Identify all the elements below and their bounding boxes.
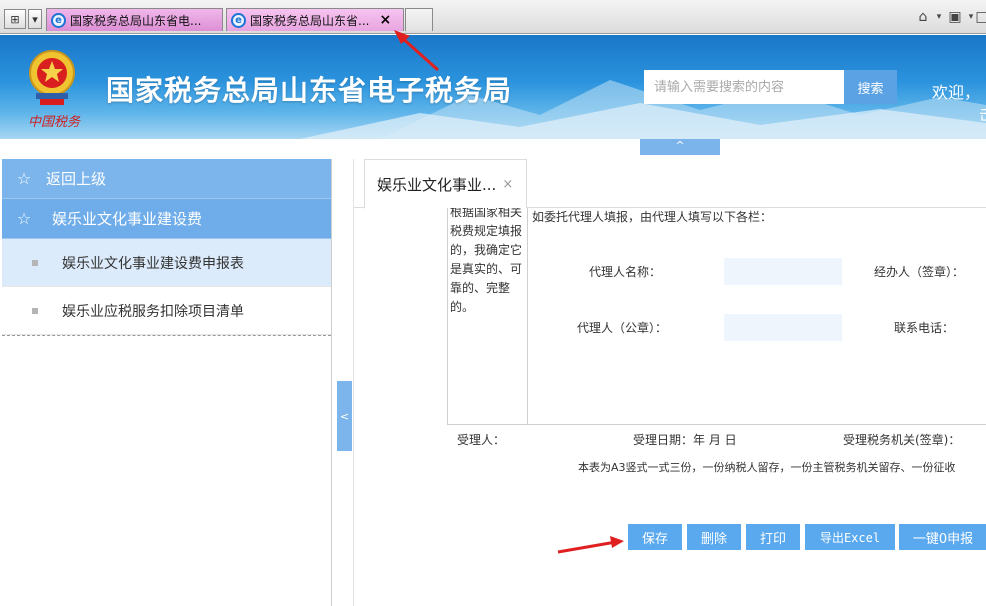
browser-toolbar: ⌂ ▾ ▣ ▾ □	[914, 8, 986, 26]
star-icon: ☆	[16, 209, 32, 228]
declaration-form-table: 根据国家相关税费规定填报的，我确定它是真实的、可靠的、完整的。 如委托代理人填报…	[447, 208, 986, 425]
welcome-text-line2: 击	[979, 101, 986, 125]
annotation-arrow-icon	[394, 30, 440, 72]
tab-label: 娱乐业文化事业...	[377, 175, 497, 194]
phone-label: 联系电话：	[894, 321, 955, 335]
new-tab-button[interactable]	[405, 8, 433, 31]
receiver-label: 受理人：	[457, 433, 506, 447]
welcome-text: 欢迎，	[932, 83, 981, 102]
agent-name-field[interactable]	[724, 258, 842, 285]
left-sidebar: ☆ 返回上级 ☆ 娱乐业文化事业建设费 娱乐业文化事业建设费申报表 娱乐业应税服…	[2, 159, 332, 606]
ie-icon: e	[231, 12, 246, 28]
agent-seal-field[interactable]	[724, 314, 842, 341]
declaration-statement-cell: 根据国家相关税费规定填报的，我确定它是真实的、可靠的、完整的。	[448, 208, 528, 425]
search-button[interactable]: 搜索	[844, 70, 897, 104]
site-title: 国家税务总局山东省电子税务局	[106, 74, 513, 107]
form-footnote: 本表为A3竖式一式三份，一份纳税人留存，一份主管税务机关留存、一份征收	[578, 461, 956, 474]
sidebar-section-header[interactable]: ☆ 娱乐业文化事业建设费	[2, 199, 331, 239]
receive-date-label: 受理日期：年 月 日	[633, 433, 737, 447]
acceptance-row: 受理人： 受理日期：年 月 日 受理税务机关(签章)：	[457, 431, 986, 449]
print-icon[interactable]: □	[975, 8, 986, 26]
site-header: 中国税务 国家税务总局山东省电子税务局 搜索 欢迎， 击	[0, 35, 986, 139]
browser-tab-2[interactable]: e 国家税务总局山东省... ×	[226, 8, 404, 31]
rss-feed-icon[interactable]: ▣	[946, 8, 964, 26]
export-excel-button[interactable]: 导出Excel	[805, 524, 895, 550]
agent-instructions: 如委托代理人填报，由代理人填写以下各栏：	[532, 210, 773, 224]
tab-declaration-form[interactable]: 娱乐业文化事业... ×	[364, 159, 527, 209]
print-button[interactable]: 打印	[746, 524, 800, 550]
declaration-statement: 根据国家相关税费规定填报的，我确定它是真实的、可靠的、完整的。	[450, 208, 523, 314]
collapse-sidebar-button[interactable]: <	[337, 381, 352, 451]
sidebar-item-label: 娱乐业应税服务扣除项目清单	[62, 303, 244, 320]
sidebar-divider	[2, 335, 331, 336]
browser-tab-bar: ⊞ ▾ e 国家税务总局山东省电... e 国家税务总局山东省... × ⌂ ▾…	[0, 0, 986, 34]
collapse-header-button[interactable]: ^	[640, 139, 720, 155]
zero-report-button[interactable]: 一键0申报	[899, 524, 986, 550]
home-icon[interactable]: ⌂	[914, 8, 932, 26]
ie-icon: e	[51, 12, 66, 28]
tab-grid-icon[interactable]: ⊞	[4, 9, 26, 29]
browser-tab-1[interactable]: e 国家税务总局山东省电...	[46, 8, 223, 31]
sidebar-item-label: 娱乐业文化事业建设费申报表	[62, 255, 244, 272]
tab-list-dropdown-icon[interactable]: ▾	[28, 9, 42, 29]
close-tab-icon[interactable]: ×	[379, 12, 391, 28]
sidebar-back-label: 返回上级	[46, 170, 107, 188]
sidebar-back-item[interactable]: ☆ 返回上级	[2, 159, 331, 199]
delete-button[interactable]: 删除	[687, 524, 741, 550]
handler-label: 经办人（签章）：	[874, 265, 965, 279]
bullet-icon	[32, 259, 38, 266]
search-input[interactable]	[644, 70, 844, 104]
browser-tab-1-title: 国家税务总局山东省电...	[70, 13, 202, 28]
bullet-icon	[32, 307, 38, 314]
tax-office-label: 受理税务机关(签章)：	[843, 433, 961, 447]
sidebar-section-label: 娱乐业文化事业建设费	[52, 210, 203, 228]
agent-name-label: 代理人名称：	[589, 265, 662, 279]
sidebar-item-declaration-form[interactable]: 娱乐业文化事业建设费申报表	[2, 239, 331, 287]
main-content: 娱乐业文化事业... × 根据国家相关税费规定填报的，我确定它是真实的、可靠的、…	[353, 159, 986, 606]
close-icon[interactable]: ×	[502, 177, 513, 192]
sidebar-item-deduction-list[interactable]: 娱乐业应税服务扣除项目清单	[2, 287, 331, 335]
emblem-caption: 中国税务	[28, 115, 81, 130]
browser-tab-2-title: 国家税务总局山东省...	[250, 13, 370, 28]
chevron-down-icon[interactable]: ▾	[934, 8, 944, 26]
annotation-arrow-icon	[557, 536, 624, 554]
agent-seal-label: 代理人（公章）：	[577, 321, 668, 335]
national-emblem-icon	[29, 50, 75, 105]
save-button[interactable]: 保存	[628, 524, 682, 550]
star-icon: ☆	[16, 169, 32, 188]
